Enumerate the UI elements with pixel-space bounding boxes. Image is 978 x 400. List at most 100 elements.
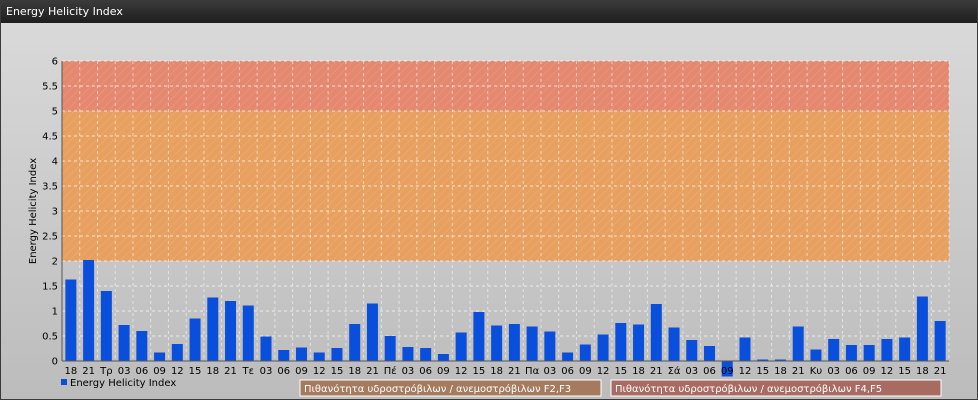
y-axis-label: Energy Helicity Index	[28, 158, 39, 264]
bar-23	[473, 312, 485, 361]
bar-44	[845, 345, 857, 361]
y-tick-label-11: 5.5	[42, 82, 58, 93]
bar-8	[207, 297, 219, 361]
x-tick-label-14: 12	[313, 366, 326, 377]
bar-27	[544, 331, 556, 361]
x-tick-label-21: 09	[437, 366, 450, 377]
bar-11	[260, 336, 272, 361]
y-tick-label-9: 4.5	[42, 132, 58, 143]
bar-32	[633, 324, 645, 361]
x-tick-label-45: 09	[863, 366, 876, 377]
y-tick-label-3: 1.5	[42, 282, 58, 293]
x-tick-label-33: 21	[650, 366, 663, 377]
energy-helicity-chart: 0 0.5 1 1.5 2 2.5 3 3.5 4 4.5 5 5.5 6 18 21 Τρ 03 06 09 12 1…	[28, 57, 950, 397]
bar-28	[562, 352, 574, 361]
x-tick-label-24: 18	[490, 366, 503, 377]
bar-20	[420, 348, 432, 361]
x-tick-label-19: 03	[402, 366, 415, 377]
bar-12	[278, 350, 290, 361]
x-tick-label-49: 21	[934, 366, 947, 377]
bar-19	[402, 347, 414, 361]
bar-18	[384, 336, 396, 361]
bar-6	[171, 344, 183, 361]
x-tick-label-26: Πα	[525, 366, 540, 377]
y-tick-label-6: 3	[52, 207, 58, 218]
legend-entry: Energy Helicity Index	[70, 378, 176, 389]
x-tick-label-35: 03	[685, 366, 698, 377]
x-tick-label-5: 09	[153, 366, 166, 377]
bar-14	[313, 352, 325, 361]
x-tick-label-22: 12	[455, 366, 468, 377]
x-tick-label-32: 18	[632, 366, 645, 377]
title-bar: Energy Helicity Index	[1, 1, 977, 23]
bar-46	[881, 339, 893, 361]
bar-26	[526, 326, 538, 361]
x-tick-label-17: 21	[366, 366, 379, 377]
y-tick-label-4: 2	[52, 257, 58, 268]
y-tick-label-10: 5	[52, 107, 58, 118]
bar-29	[579, 344, 591, 361]
x-tick-label-9: 21	[224, 366, 237, 377]
x-tick-label-15: 15	[331, 366, 344, 377]
x-tick-label-31: 15	[614, 366, 627, 377]
bar-10	[242, 305, 254, 361]
bar-7	[189, 318, 201, 361]
y-tick-label-12: 6	[52, 57, 58, 68]
x-tick-label-7: 15	[189, 366, 202, 377]
bar-49	[934, 321, 946, 361]
bar-9	[225, 301, 237, 361]
chart-area: 0 0.5 1 1.5 2 2.5 3 3.5 4 4.5 5 5.5 6 18 21 Τρ 03 06 09 12 1…	[1, 23, 977, 399]
bar-43	[828, 339, 840, 361]
y-tick-label-0: 0	[52, 357, 58, 368]
y-tick-label-1: 0.5	[42, 332, 58, 343]
bar-36	[704, 346, 716, 361]
bar-41	[792, 326, 804, 361]
y-tick-label-2: 1	[52, 307, 58, 318]
x-tick-label-41: 21	[792, 366, 805, 377]
x-tick-label-6: 12	[171, 366, 184, 377]
x-tick-label-4: 06	[135, 366, 148, 377]
x-tick-label-46: 12	[881, 366, 894, 377]
x-tick-label-3: 03	[118, 366, 131, 377]
x-tick-label-27: 03	[543, 366, 556, 377]
bar-17	[366, 303, 378, 361]
bar-42	[810, 349, 822, 361]
x-tick-label-10: Τε	[242, 366, 255, 377]
bar-48	[916, 296, 928, 361]
bar-31	[615, 323, 627, 361]
x-tick-label-40: 18	[774, 366, 787, 377]
band-legend-label-1: Πιθανότητα υδροστρόβιλων / ανεμοστρόβιλω…	[304, 383, 571, 395]
bar-3	[118, 325, 130, 361]
bar-38	[739, 337, 751, 361]
x-tick-label-38: 12	[739, 366, 752, 377]
bar-1	[83, 260, 95, 361]
bar-13	[295, 347, 307, 361]
x-tick-label-48: 18	[916, 366, 929, 377]
bar-16	[349, 324, 361, 361]
ehi-widget: Energy Helicity Index 0 0.5 1 1.5 2 2.5 3 3.5 4 4…	[0, 0, 978, 400]
x-tick-label-18: Πέ	[384, 365, 397, 377]
x-tick-label-39: 15	[756, 366, 769, 377]
y-tick-label-8: 4	[52, 157, 58, 168]
bar-5	[154, 352, 166, 361]
band-legend-label-2: Πιθανότητα υδροστρόβιλων / ανεμοστρόβιλω…	[615, 383, 882, 395]
x-tick-label-8: 18	[206, 366, 219, 377]
x-tick-label-47: 15	[898, 366, 911, 377]
x-tick-label-11: 03	[260, 366, 273, 377]
legend-swatch	[61, 379, 67, 385]
bar-21	[437, 354, 449, 361]
bar-33	[650, 304, 662, 361]
bar-15	[331, 348, 343, 361]
bar-0	[65, 279, 77, 361]
x-tick-label-42: Κυ	[810, 366, 823, 377]
x-tick-label-30: 12	[597, 366, 610, 377]
bar-25	[508, 324, 520, 361]
x-tick-label-1: 21	[82, 366, 95, 377]
x-tick-label-0: 18	[65, 366, 78, 377]
bar-4	[136, 331, 148, 361]
x-tick-label-29: 09	[579, 366, 592, 377]
bar-2	[100, 291, 112, 361]
y-tick-label-7: 3.5	[42, 182, 58, 193]
x-tick-label-34: Σά	[668, 365, 681, 377]
bar-47	[899, 337, 911, 361]
